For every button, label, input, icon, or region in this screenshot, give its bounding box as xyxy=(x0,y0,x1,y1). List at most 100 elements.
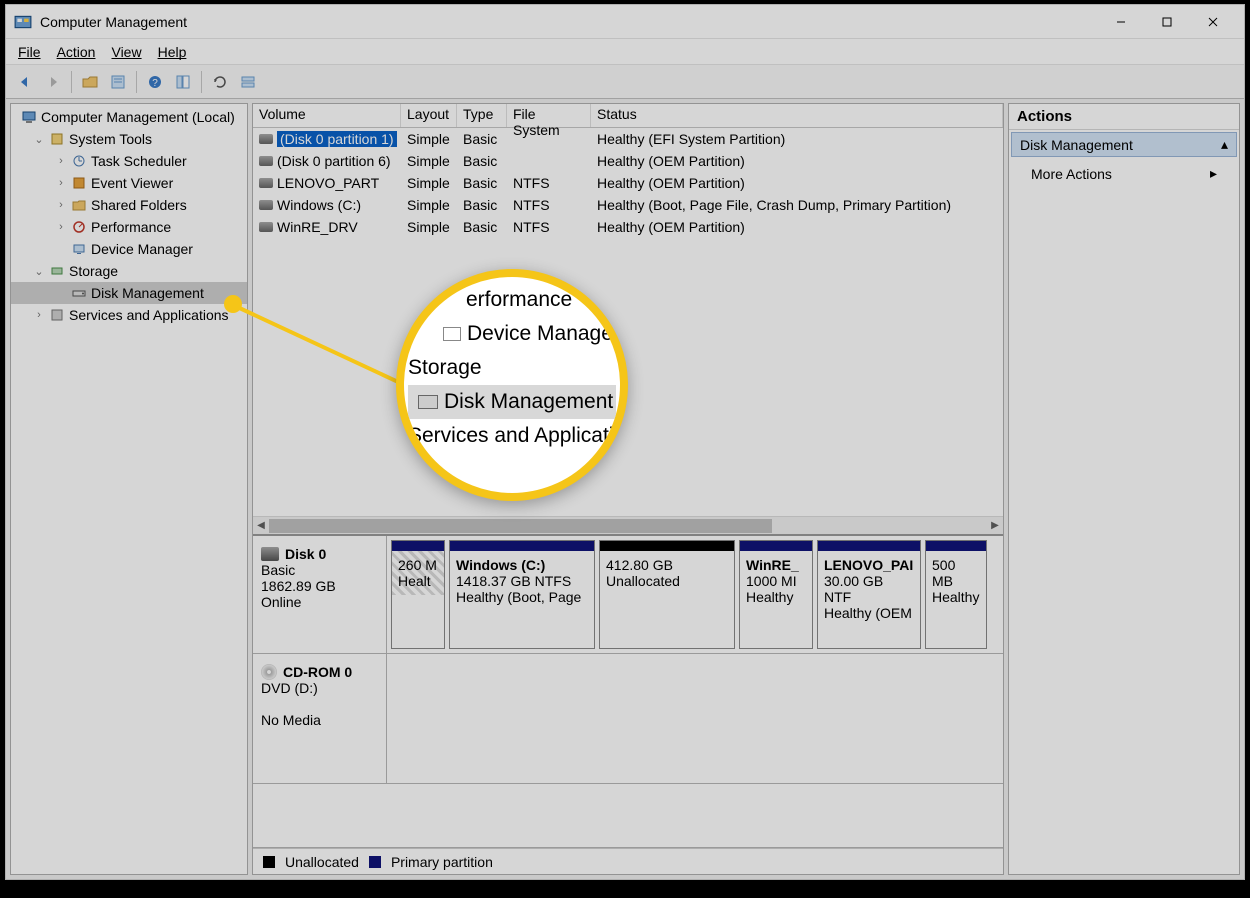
tree-label: Disk Management xyxy=(91,285,204,301)
cdrom-drive: DVD (D:) xyxy=(261,680,378,696)
tree-services-apps[interactable]: › Services and Applications xyxy=(11,304,247,326)
scroll-left-icon[interactable]: ◀ xyxy=(253,520,269,531)
tree-disk-management[interactable]: Disk Management xyxy=(11,282,247,304)
expand-icon[interactable]: › xyxy=(55,177,67,189)
volume-header: Volume Layout Type File System Status xyxy=(253,104,1003,128)
scroll-thumb[interactable] xyxy=(269,519,772,533)
tree-device-manager[interactable]: Device Manager xyxy=(11,238,247,260)
volume-row[interactable]: LENOVO_PARTSimpleBasicNTFSHealthy (OEM P… xyxy=(253,172,1003,194)
volume-row[interactable]: WinRE_DRVSimpleBasicNTFSHealthy (OEM Par… xyxy=(253,216,1003,238)
tree-label: Task Scheduler xyxy=(91,153,187,169)
legend: Unallocated Primary partition xyxy=(253,848,1003,874)
minimize-button[interactable] xyxy=(1098,7,1144,37)
expand-icon[interactable]: ⌄ xyxy=(33,133,45,146)
tree-task-scheduler[interactable]: › Task Scheduler xyxy=(11,150,247,172)
expand-icon[interactable]: › xyxy=(55,221,67,233)
cdrom-name: CD-ROM 0 xyxy=(283,664,352,680)
partition[interactable]: Windows (C:)1418.37 GB NTFSHealthy (Boot… xyxy=(449,540,595,649)
col-type[interactable]: Type xyxy=(457,104,507,127)
menu-action[interactable]: Action xyxy=(57,44,96,60)
expand-icon[interactable]: › xyxy=(55,155,67,167)
disk-size: 1862.89 GB xyxy=(261,578,378,594)
main-content: Computer Management (Local) ⌄ System Too… xyxy=(6,99,1244,879)
tree-label: Performance xyxy=(91,219,171,235)
menubar: File Action View Help xyxy=(6,39,1244,65)
menu-view[interactable]: View xyxy=(111,44,141,60)
tree-label: Device Manager xyxy=(91,241,193,257)
tree-storage[interactable]: ⌄ Storage xyxy=(11,260,247,282)
partition[interactable]: WinRE_1000 MIHealthy xyxy=(739,540,813,649)
titlebar: Computer Management xyxy=(6,5,1244,39)
scroll-right-icon[interactable]: ▶ xyxy=(987,520,1003,531)
folder-share-icon xyxy=(71,197,87,213)
computer-icon xyxy=(21,109,37,125)
actions-header: Actions xyxy=(1009,104,1239,130)
mag-row: Services and Applicatio xyxy=(408,419,616,453)
expand-icon[interactable]: ⌄ xyxy=(33,265,45,278)
disk-icon xyxy=(261,547,279,561)
chevron-right-icon: ▸ xyxy=(1210,165,1217,182)
tree-system-tools[interactable]: ⌄ System Tools xyxy=(11,128,247,150)
event-icon xyxy=(71,175,87,191)
volume-row[interactable]: Windows (C:)SimpleBasicNTFSHealthy (Boot… xyxy=(253,194,1003,216)
maximize-button[interactable] xyxy=(1144,7,1190,37)
annotation-magnifier: erformance Device Manager Storage Disk M… xyxy=(396,269,628,501)
cdrom-parts xyxy=(387,654,1003,783)
clock-icon xyxy=(71,153,87,169)
actions-sub-label: Disk Management xyxy=(1020,137,1133,153)
refresh-button[interactable] xyxy=(207,69,233,95)
col-layout[interactable]: Layout xyxy=(401,104,457,127)
menu-file[interactable]: File xyxy=(18,44,41,60)
back-button[interactable] xyxy=(12,69,38,95)
tree-root-label: Computer Management (Local) xyxy=(41,109,235,125)
col-volume[interactable]: Volume xyxy=(253,104,401,127)
legend-unallocated: Unallocated xyxy=(285,854,359,870)
svg-text:?: ? xyxy=(152,78,158,89)
actions-more[interactable]: More Actions ▸ xyxy=(1009,159,1239,188)
help-button[interactable]: ? xyxy=(142,69,168,95)
tree-pane[interactable]: Computer Management (Local) ⌄ System Too… xyxy=(10,103,248,875)
mag-row: Device Manager xyxy=(467,322,620,345)
toolbar: ? xyxy=(6,65,1244,99)
show-hide-tree-button[interactable] xyxy=(170,69,196,95)
tree-performance[interactable]: › Performance xyxy=(11,216,247,238)
partition[interactable]: 260 MHealt xyxy=(391,540,445,649)
volume-rows[interactable]: (Disk 0 partition 1)SimpleBasicHealthy (… xyxy=(253,128,1003,238)
forward-button[interactable] xyxy=(40,69,66,95)
horizontal-scrollbar[interactable]: ◀ ▶ xyxy=(253,516,1003,534)
actions-more-label: More Actions xyxy=(1031,166,1112,182)
disk-row-0[interactable]: Disk 0 Basic 1862.89 GB Online 260 MHeal… xyxy=(253,536,1003,654)
partition[interactable]: 412.80 GBUnallocated xyxy=(599,540,735,649)
tree-root[interactable]: Computer Management (Local) xyxy=(11,106,247,128)
expand-icon[interactable]: › xyxy=(33,309,45,321)
tree-event-viewer[interactable]: › Event Viewer xyxy=(11,172,247,194)
col-status[interactable]: Status xyxy=(591,104,1003,127)
disk-partitions: 260 MHealtWindows (C:)1418.37 GB NTFSHea… xyxy=(387,536,1003,653)
settings-button[interactable] xyxy=(235,69,261,95)
cdrom-label: CD-ROM 0 DVD (D:) No Media xyxy=(253,654,387,783)
partition[interactable]: LENOVO_PAI30.00 GB NTFHealthy (OEM xyxy=(817,540,921,649)
legend-swatch-primary xyxy=(369,856,381,868)
volume-row[interactable]: (Disk 0 partition 6)SimpleBasicHealthy (… xyxy=(253,150,1003,172)
tree-shared-folders[interactable]: › Shared Folders xyxy=(11,194,247,216)
up-folder-button[interactable] xyxy=(77,69,103,95)
expand-icon[interactable]: › xyxy=(55,199,67,211)
tree-label: Storage xyxy=(69,263,118,279)
disk-area-spacer xyxy=(253,784,1003,848)
tools-icon xyxy=(49,131,65,147)
actions-pane: Actions Disk Management ▴ More Actions ▸ xyxy=(1008,103,1240,875)
disk-row-cdrom[interactable]: CD-ROM 0 DVD (D:) No Media xyxy=(253,654,1003,784)
menu-help[interactable]: Help xyxy=(158,44,187,60)
properties-button[interactable] xyxy=(105,69,131,95)
cdrom-icon xyxy=(261,664,277,680)
center-pane: Volume Layout Type File System Status (D… xyxy=(252,103,1004,875)
legend-primary: Primary partition xyxy=(391,854,493,870)
close-button[interactable] xyxy=(1190,7,1236,37)
partition[interactable]: 500 MBHealthy xyxy=(925,540,987,649)
app-icon xyxy=(14,13,32,31)
col-filesystem[interactable]: File System xyxy=(507,104,591,127)
actions-disk-management[interactable]: Disk Management ▴ xyxy=(1011,132,1237,157)
tree-label: Event Viewer xyxy=(91,175,173,191)
volume-row[interactable]: (Disk 0 partition 1)SimpleBasicHealthy (… xyxy=(253,128,1003,150)
tree-label: Services and Applications xyxy=(69,307,229,323)
